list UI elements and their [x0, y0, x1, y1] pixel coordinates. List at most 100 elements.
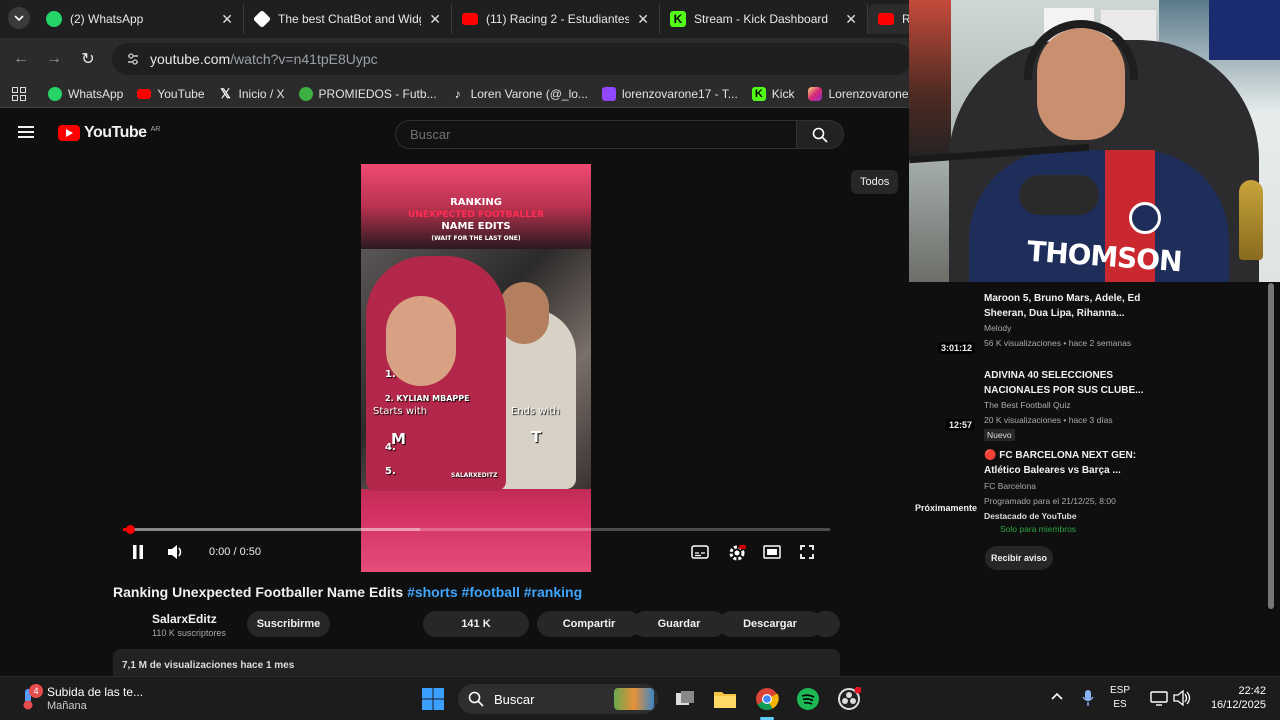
hashtag-link[interactable]: #shorts — [407, 584, 458, 600]
recommendation-title[interactable]: ADIVINA 40 SELECCIONES NACIONALES POR SU… — [984, 368, 1154, 398]
close-icon[interactable]: ✕ — [221, 11, 233, 28]
show-hidden-icons-button[interactable] — [1050, 690, 1064, 709]
download-button[interactable]: Descargar — [718, 611, 822, 637]
tab-chatbot[interactable]: The best ChatBot and Widge ✕ — [244, 4, 452, 34]
bookmark-x[interactable]: 𝕏 Inicio / X — [219, 86, 285, 101]
microphone-tray-button[interactable] — [1081, 689, 1095, 712]
task-view-icon — [676, 691, 694, 705]
recommendation-title[interactable]: 🔴 FC BARCELONA NEXT GEN: Atlético Balear… — [984, 448, 1154, 478]
pause-button[interactable] — [130, 544, 146, 560]
apps-grid-icon[interactable] — [12, 86, 26, 101]
like-count: 141 K — [461, 618, 491, 630]
channel-name[interactable]: SalarxEditz — [152, 612, 226, 626]
recommendation-channel[interactable]: The Best Football Quiz — [984, 400, 1070, 410]
settings-button[interactable] — [728, 544, 746, 562]
task-view-button[interactable] — [672, 686, 698, 712]
tab-label: Stream - Kick Dashboard — [694, 12, 829, 26]
like-button[interactable]: 141 K — [423, 611, 529, 637]
windows-taskbar: 4 Subida de las te... Mañana Buscar ESP … — [0, 676, 1280, 720]
recommendation-item[interactable]: 12:57 ADIVINA 40 SELECCIONES NACIONALES … — [912, 368, 1262, 444]
duration-badge: 3:01:12 — [938, 342, 976, 354]
webcam-poster — [909, 0, 951, 160]
bookmark-label: Inicio / X — [238, 86, 285, 101]
recommendation-item[interactable]: Próximamente 🔴 FC BARCELONA NEXT GEN: At… — [912, 448, 1262, 538]
starts-with-label: Starts with — [373, 406, 428, 417]
network-button[interactable] — [1150, 690, 1168, 711]
pause-icon — [133, 545, 143, 559]
clock[interactable]: 22:42 16/12/2025 — [1204, 684, 1266, 712]
forward-button[interactable]: → — [43, 48, 65, 70]
tab-whatsapp[interactable]: (2) WhatsApp ✕ — [36, 4, 244, 34]
progress-bar[interactable] — [123, 525, 830, 534]
subscribe-button[interactable]: Suscribirme — [247, 611, 330, 637]
weather-text: Subida de las te... — [47, 685, 144, 699]
short-watermark: SALARXEDITZ — [451, 472, 498, 479]
start-button[interactable] — [421, 687, 445, 711]
back-button[interactable]: ← — [10, 48, 32, 70]
tab-kick-dashboard[interactable]: K Stream - Kick Dashboard ✕ — [660, 4, 868, 34]
youtube-logo[interactable]: YouTube AR — [58, 124, 160, 142]
bookmark-kick[interactable]: K Kick — [751, 86, 794, 101]
channel-info[interactable]: SalarxEditz 110 K suscriptores — [152, 612, 226, 638]
volume-icon — [168, 545, 182, 559]
short-line-2: UNEXPECTED FOOTBALLER — [407, 210, 545, 220]
tab-search-button[interactable] — [8, 7, 30, 29]
hamburger-menu-icon[interactable] — [18, 126, 34, 138]
chrome-button[interactable] — [754, 686, 780, 712]
notify-me-button[interactable]: Recibir aviso — [985, 546, 1053, 570]
buffered-bar — [123, 528, 420, 531]
fullscreen-button[interactable] — [799, 544, 815, 560]
tab-label: (11) Racing 2 - Estudiantes ( — [486, 12, 630, 26]
instagram-icon — [808, 86, 823, 101]
youtube-icon — [137, 88, 152, 99]
tab-racing-youtube[interactable]: (11) Racing 2 - Estudiantes ( ✕ — [452, 4, 660, 34]
taskbar-search[interactable]: Buscar — [458, 684, 658, 714]
volume-button[interactable] — [166, 544, 186, 560]
bookmark-twitch[interactable]: lorenzovarone17 - T... — [601, 86, 738, 101]
search-button[interactable] — [797, 120, 844, 149]
recommendation-channel[interactable]: FC Barcelona — [984, 481, 1036, 491]
close-icon[interactable]: ✕ — [637, 11, 649, 28]
scrubber-knob[interactable] — [126, 525, 135, 534]
bookmark-whatsapp[interactable]: WhatsApp — [48, 86, 123, 101]
recommendation-channel[interactable]: Melody — [984, 323, 1011, 333]
taskbar-search-label: Buscar — [494, 691, 535, 707]
close-icon[interactable]: ✕ — [845, 11, 857, 28]
hashtag-link[interactable]: #football — [462, 584, 520, 600]
captions-button[interactable] — [691, 544, 709, 560]
twitch-icon — [601, 86, 616, 101]
theater-mode-button[interactable] — [763, 544, 781, 560]
video-player[interactable]: RANKING UNEXPECTED FOOTBALLER NAME EDITS… — [113, 164, 840, 572]
save-button[interactable]: Guardar — [632, 611, 726, 637]
page-scrollbar[interactable] — [1268, 283, 1274, 609]
search-input[interactable]: Buscar — [395, 120, 797, 149]
recommendation-meta: 20 K visualizaciones • hace 3 días — [984, 415, 1113, 425]
file-explorer-button[interactable] — [712, 686, 738, 712]
short-line-4: (WAIT FOR THE LAST ONE) — [431, 235, 521, 242]
volume-tray-button[interactable] — [1173, 689, 1191, 711]
bookmark-promiedos[interactable]: PROMIEDOS - Futb... — [298, 86, 437, 101]
more-actions-button[interactable] — [812, 611, 840, 637]
recommendation-item[interactable]: 3:01:12 Maroon 5, Bruno Mars, Adele, Ed … — [912, 291, 1262, 355]
reload-button[interactable]: ↻ — [77, 48, 99, 70]
spotify-button[interactable] — [795, 686, 821, 712]
short-line-1: RANKING — [450, 197, 502, 208]
close-icon[interactable]: ✕ — [429, 11, 441, 28]
rank-5: 5. — [385, 466, 396, 477]
obs-button[interactable] — [836, 686, 862, 712]
weather-widget[interactable]: 4 Subida de las te... Mañana — [18, 684, 198, 714]
language-indicator[interactable]: ESP ES — [1110, 684, 1130, 712]
duration-badge: 12:57 — [946, 419, 976, 431]
streamelements-icon — [252, 9, 272, 29]
address-bar[interactable]: youtube.com/watch?v=n41tpE8Uypc — [112, 43, 912, 75]
bookmark-youtube[interactable]: YouTube — [137, 86, 205, 101]
bookmark-label: YouTube — [157, 86, 205, 101]
share-button[interactable]: Compartir — [537, 611, 641, 637]
url-host: youtube.com — [150, 51, 231, 67]
site-settings-icon[interactable] — [126, 52, 140, 66]
filter-chip-all[interactable]: Todos — [851, 170, 899, 194]
bookmark-tiktok[interactable]: ♪ Loren Varone (@_lo... — [451, 87, 588, 101]
recommendation-title[interactable]: Maroon 5, Bruno Mars, Adele, Ed Sheeran,… — [984, 291, 1154, 321]
trophy-icon — [1239, 180, 1263, 260]
hashtag-link[interactable]: #ranking — [524, 584, 582, 600]
